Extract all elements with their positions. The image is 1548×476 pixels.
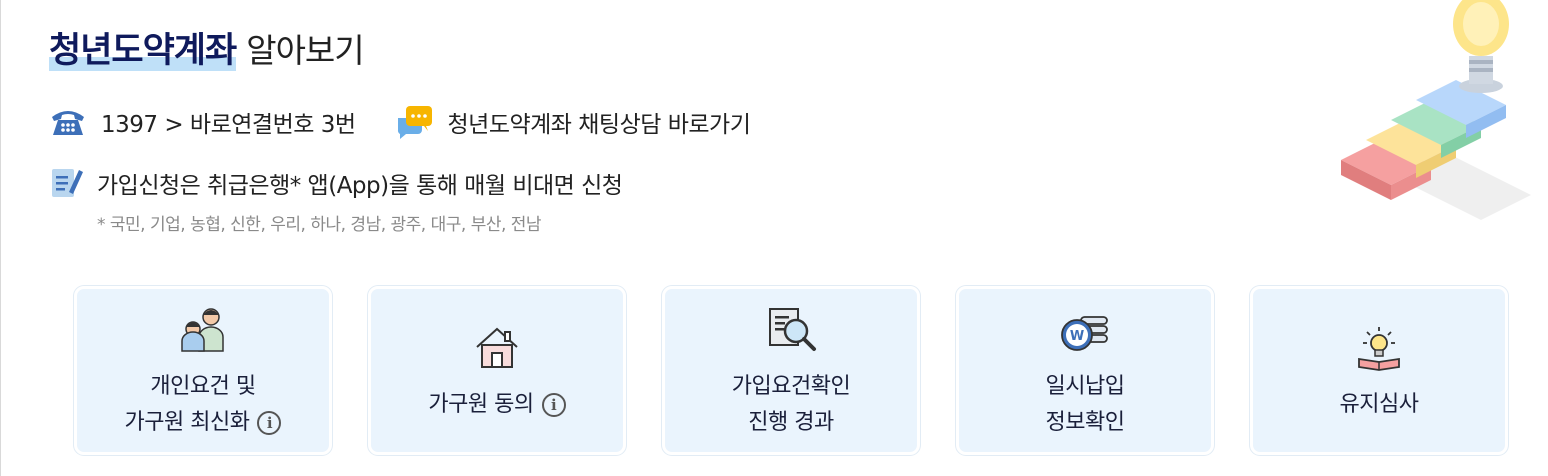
svg-text:W: W — [1070, 329, 1084, 344]
apply-row: 가입신청은 취급은행* 앱(App)을 통해 매월 비대면 신청 — [49, 166, 623, 200]
title-strong: 청년도약계좌 — [49, 31, 237, 71]
chat-text: 청년도약계좌 채팅상담 바로가기 — [447, 112, 751, 138]
family-icon — [181, 307, 224, 352]
phone-contact: 1397 > 바로연결번호 3번 — [49, 105, 356, 139]
card-eligibility-progress[interactable]: 가입요건확인 진행 경과 — [662, 286, 920, 455]
card-label-line1: 가구원 동의 — [428, 391, 534, 417]
idea-book-icon — [1358, 326, 1400, 371]
menu-cards: 개인요건 및 가구원 최신화 i 가구원 동의 i 가입요건확인 진행 경과 W… — [74, 286, 1508, 455]
chat-icon — [397, 106, 432, 139]
card-label-line2: 진행 경과 — [748, 409, 834, 435]
card-label: 가구원 동의 i — [428, 387, 566, 423]
card-label: 가입요건확인 진행 경과 — [731, 369, 851, 441]
card-label-line1: 개인요건 및 — [150, 373, 256, 399]
card-label: 일시납입 정보확인 — [1046, 369, 1125, 441]
card-label-line1: 가입요건확인 — [731, 373, 851, 399]
card-label-line2-wrap: 가구원 최신화 i — [125, 405, 282, 441]
title-normal: 알아보기 — [246, 31, 364, 70]
document-search-icon — [769, 307, 816, 351]
phone-text: 1397 > 바로연결번호 3번 — [101, 112, 356, 138]
card-label-line2: 정보확인 — [1045, 409, 1125, 435]
chat-link[interactable]: 청년도약계좌 채팅상담 바로가기 — [396, 104, 751, 140]
card-label-line2: 가구원 최신화 — [124, 409, 250, 435]
info-icon[interactable]: i — [541, 392, 566, 417]
phone-icon — [52, 111, 84, 135]
card-label: 유지심사 — [1340, 387, 1419, 423]
bank-note: * 국민, 기업, 농협, 신한, 우리, 하나, 경남, 광주, 대구, 부산… — [97, 215, 542, 235]
card-label-line1: 일시납입 — [1045, 373, 1125, 399]
house-icon — [476, 327, 518, 368]
card-household-consent[interactable]: 가구원 동의 i — [368, 286, 626, 455]
page-title: 청년도약계좌 알아보기 — [49, 22, 365, 73]
card-personal-requirements[interactable]: 개인요건 및 가구원 최신화 i — [74, 286, 332, 455]
contact-row: 1397 > 바로연결번호 3번 청년도약계좌 채팅상담 바로가기 — [49, 104, 751, 140]
card-label-line1: 유지심사 — [1339, 391, 1419, 417]
card-lump-sum-info[interactable]: W 일시납입 정보확인 — [956, 286, 1214, 455]
info-icon[interactable]: i — [257, 410, 282, 435]
lightbulb-stairs-illustration — [1341, 0, 1531, 220]
apply-text: 가입신청은 취급은행* 앱(App)을 통해 매월 비대면 신청 — [97, 173, 623, 199]
card-label: 개인요건 및 가구원 최신화 i — [125, 369, 282, 441]
card-maintenance-review[interactable]: 유지심사 — [1250, 286, 1508, 455]
coin-stack-icon: W — [1061, 315, 1108, 351]
application-form-icon — [52, 169, 83, 197]
card-label-line1-wrap: 가구원 동의 i — [428, 387, 566, 423]
